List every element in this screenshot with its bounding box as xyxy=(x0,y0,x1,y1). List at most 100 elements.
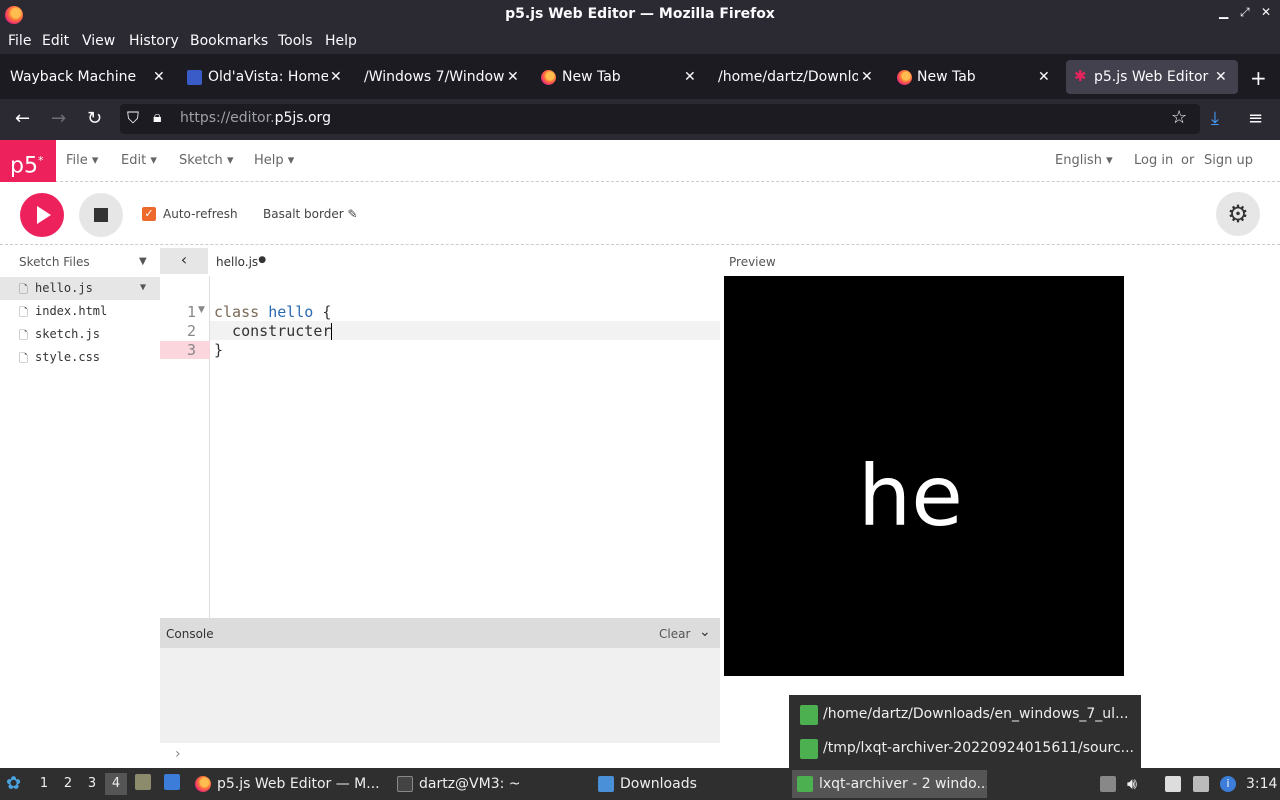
preview-canvas[interactable]: he xyxy=(724,276,1124,676)
file-options-icon[interactable]: ▼ xyxy=(140,282,146,293)
close-tab-icon[interactable]: ✕ xyxy=(1038,60,1050,94)
editor-file-tab[interactable]: hello.js● xyxy=(216,255,266,269)
canvas-text: he xyxy=(858,447,963,545)
file-item-index-html[interactable]: 🗋 index.html xyxy=(0,300,160,323)
play-button[interactable] xyxy=(20,193,64,237)
volume-icon[interactable]: 🔊︎ xyxy=(1127,774,1137,794)
taskbar-window-popup: /home/dartz/Downloads/en_windows_7_ul...… xyxy=(789,695,1141,768)
menu-bookmarks[interactable]: Bookmarks xyxy=(190,33,268,49)
start-menu-icon[interactable]: ✿ xyxy=(6,773,21,794)
forward-icon[interactable]: → xyxy=(51,108,66,129)
close-tab-icon[interactable]: ✕ xyxy=(861,60,873,94)
code-editor[interactable]: 1 ▼ 2 3 class hello { constructer } xyxy=(160,276,720,618)
close-tab-icon[interactable]: ✕ xyxy=(330,60,342,94)
p5-menu-sketch[interactable]: Sketch ▾ xyxy=(179,153,233,168)
p5-star-icon: ✱ xyxy=(1074,67,1087,85)
tab-new-tab-2[interactable]: New Tab ✕ xyxy=(885,60,1060,94)
sketch-name[interactable]: Basalt border ✎ xyxy=(263,207,358,221)
desktop-3[interactable]: 3 xyxy=(81,773,103,795)
notes-icon[interactable] xyxy=(1165,776,1181,792)
taskbar: ✿ 1 2 3 4 p5.js Web Editor — M... dartz@… xyxy=(0,768,1280,800)
tab-home-downloads[interactable]: /home/dartz/Downloa ✕ xyxy=(708,60,883,94)
window-titlebar: p5.js Web Editor — Mozilla Firefox ▁ ⤢ ✕ xyxy=(0,0,1280,29)
code-line-3[interactable]: } xyxy=(214,341,223,359)
sidebar-options-icon[interactable]: ▼ xyxy=(139,256,147,267)
p5-menu-help[interactable]: Help ▾ xyxy=(254,153,294,168)
maximize-icon[interactable]: ⤢ xyxy=(1240,5,1250,20)
tab-label: /Windows 7/Windows xyxy=(364,69,504,85)
file-name: index.html xyxy=(35,304,108,318)
file-icon: 🗋 xyxy=(19,329,28,342)
tab-p5js-editor[interactable]: ✱ p5.js Web Editor ✕ xyxy=(1066,60,1238,94)
popup-window-item[interactable]: /home/dartz/Downloads/en_windows_7_ul... xyxy=(797,702,1137,728)
menu-file[interactable]: File xyxy=(8,33,31,49)
p5-menu-edit[interactable]: Edit ▾ xyxy=(121,153,157,168)
taskbar-window-downloads[interactable]: Downloads xyxy=(593,770,788,798)
download-icon[interactable]: ⤓ xyxy=(1211,108,1219,129)
popup-window-title: /tmp/lxqt-archiver-20220924015611/sourc.… xyxy=(823,740,1134,756)
back-icon[interactable]: ← xyxy=(15,108,30,129)
close-tab-icon[interactable]: ✕ xyxy=(1215,60,1227,94)
tab-oldavista[interactable]: Old'aVista: Home ✕ xyxy=(177,60,352,94)
language-select[interactable]: English ▾ xyxy=(1055,153,1113,168)
show-desktop-icon[interactable] xyxy=(164,774,180,790)
menu-view[interactable]: View xyxy=(82,33,115,49)
file-item-style-css[interactable]: 🗋 style.css xyxy=(0,346,160,369)
file-icon: 🗋 xyxy=(19,283,28,296)
new-tab-icon[interactable]: + xyxy=(1250,68,1267,88)
desktop-2[interactable]: 2 xyxy=(57,773,79,795)
network-icon[interactable] xyxy=(1193,776,1209,792)
close-tab-icon[interactable]: ✕ xyxy=(153,60,165,94)
hamburger-menu-icon[interactable]: ≡ xyxy=(1248,108,1263,129)
popup-window-item[interactable]: /tmp/lxqt-archiver-20220924015611/sourc.… xyxy=(797,736,1137,762)
close-tab-icon[interactable]: ✕ xyxy=(507,60,519,94)
file-item-sketch-js[interactable]: 🗋 sketch.js xyxy=(0,323,160,346)
file-icon: 🗋 xyxy=(19,352,28,365)
menu-history[interactable]: History xyxy=(129,33,179,49)
login-link[interactable]: Log in xyxy=(1134,153,1173,168)
desktop-1[interactable]: 1 xyxy=(33,773,55,795)
console-input[interactable]: › xyxy=(160,743,720,768)
url-bar[interactable]: ⛉ 🔒︎ https://editor.p5js.org ☆ xyxy=(120,104,1200,134)
code-line-1[interactable]: class hello { xyxy=(214,303,331,321)
taskbar-window-firefox[interactable]: p5.js Web Editor — M... xyxy=(190,770,385,798)
tab-label: p5.js Web Editor xyxy=(1094,69,1209,85)
close-tab-icon[interactable]: ✕ xyxy=(684,60,696,94)
menu-tools[interactable]: Tools xyxy=(278,33,313,49)
file-icon: 🗋 xyxy=(19,306,28,319)
clipboard-icon[interactable] xyxy=(1100,776,1116,792)
lock-icon[interactable]: 🔒︎ xyxy=(153,107,162,127)
tab-wayback-machine[interactable]: Wayback Machine ✕ xyxy=(0,60,175,94)
p5-logo[interactable]: p5* xyxy=(0,140,56,182)
reload-icon[interactable]: ↻ xyxy=(87,108,102,129)
file-manager-icon[interactable] xyxy=(135,774,151,790)
shield-icon[interactable]: ⛉ xyxy=(127,108,139,128)
desktop-4[interactable]: 4 xyxy=(105,773,127,795)
bookmark-star-icon[interactable]: ☆ xyxy=(1171,107,1187,128)
file-item-hello-js[interactable]: 🗋 hello.js ▼ xyxy=(0,277,160,300)
info-icon[interactable]: i xyxy=(1220,776,1236,792)
tab-new-tab-1[interactable]: New Tab ✕ xyxy=(531,60,706,94)
close-window-icon[interactable]: ✕ xyxy=(1261,5,1271,19)
code-line-2[interactable]: constructer xyxy=(214,322,333,340)
menu-help[interactable]: Help xyxy=(325,33,357,49)
taskbar-window-terminal[interactable]: dartz@VM3: ~ xyxy=(392,770,587,798)
auto-refresh-checkbox[interactable]: ✓ xyxy=(142,207,156,221)
clock[interactable]: 3:14 xyxy=(1246,776,1277,792)
tab-label: New Tab xyxy=(917,69,976,85)
signup-link[interactable]: Sign up xyxy=(1204,153,1253,168)
tab-label: Wayback Machine xyxy=(10,69,137,85)
taskbar-window-archiver[interactable]: lxqt-archiver - 2 windo... xyxy=(792,770,987,798)
p5-menu-file[interactable]: File ▾ xyxy=(66,153,98,168)
stop-button[interactable] xyxy=(79,193,123,237)
collapse-sidebar-chevron-left-icon[interactable]: ‹ xyxy=(160,248,208,274)
tab-windows7[interactable]: /Windows 7/Windows ✕ xyxy=(354,60,529,94)
minimize-icon[interactable]: ▁ xyxy=(1219,5,1228,19)
console-clear-button[interactable]: Clear xyxy=(659,627,690,641)
settings-gear-icon[interactable]: ⚙ xyxy=(1216,192,1260,236)
fold-arrow-icon[interactable]: ▼ xyxy=(198,305,205,315)
chevron-down-icon[interactable]: ⌄ xyxy=(699,624,711,640)
menu-edit[interactable]: Edit xyxy=(42,33,69,49)
url-text[interactable]: https://editor.p5js.org xyxy=(180,110,331,126)
pencil-icon[interactable]: ✎ xyxy=(348,207,358,221)
